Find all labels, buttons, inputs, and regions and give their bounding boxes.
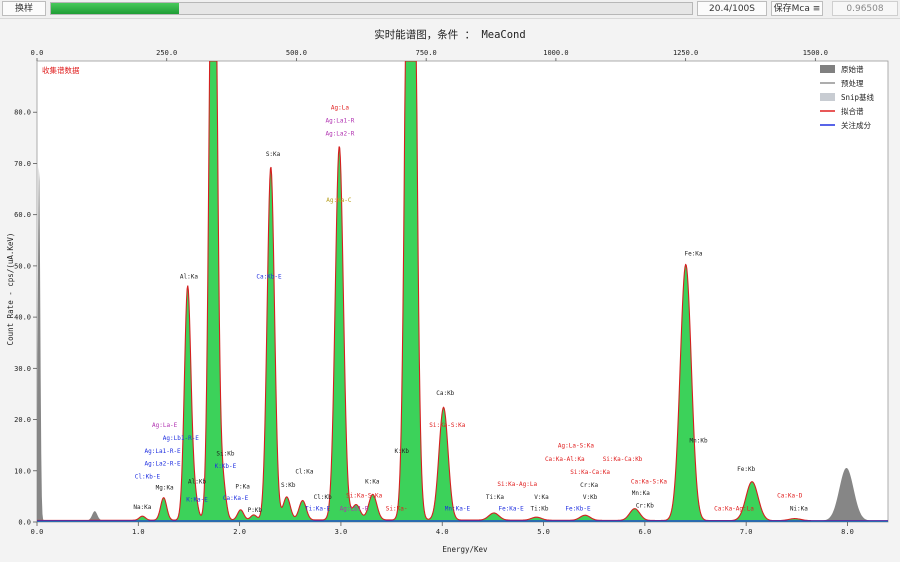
peak-annotation: Ca:Ka-Al:Ka <box>545 456 585 463</box>
peak-annotation: Ag:La-S:Ka <box>558 443 595 450</box>
peak-annotation: Si:Kb <box>216 450 234 457</box>
peak-annotation: Ca:Ka-Ag:La <box>714 506 754 513</box>
y-tick-label: 20.0 <box>14 416 31 424</box>
peak-annotation: Fe:Kb <box>737 466 755 473</box>
peak-annotation: Cl:Kb <box>314 494 332 501</box>
top-tick-label: 750.0 <box>416 49 437 57</box>
peak-annotation: Si:Ka-S:Ka <box>346 492 383 499</box>
legend-label: 预处理 <box>841 78 864 88</box>
peak-annotation: V:Ka <box>534 494 549 501</box>
y-axis-label: Count Rate - cps/(uA.KeV) <box>6 233 15 346</box>
x-tick-label: 6.0 <box>639 528 652 536</box>
y-tick-label: 80.0 <box>14 109 31 117</box>
legend-label: 拟合谱 <box>841 106 864 116</box>
peak-annotation: Si:Ka-Ag:La <box>497 481 537 488</box>
y-tick-label: 60.0 <box>14 211 31 219</box>
peak-annotation: Mn:Kb <box>690 438 708 445</box>
acquisition-progress-bar <box>50 2 693 15</box>
peak-annotation: Fe:Ka <box>684 251 702 258</box>
y-tick-label: 10.0 <box>14 467 31 475</box>
y-tick-label: 30.0 <box>14 365 31 373</box>
x-axis-label: Energy/Kev <box>442 545 488 554</box>
peak-annotation: Ag:La1-R-E <box>145 448 182 455</box>
peak-annotation: Ag:Ka-C <box>326 197 352 204</box>
peak-annotation: Ag:La2-R <box>325 130 354 137</box>
peak-annotation: Ti:Kb <box>530 506 548 513</box>
peak-annotation: Ti:Ka <box>486 494 504 501</box>
peak-annotation: Cr:Ka <box>580 482 598 489</box>
top-tick-label: 500.0 <box>286 49 307 57</box>
peak-annotation: Si:Ka-Ca:Ka <box>570 469 610 476</box>
legend-label: Snip基线 <box>841 92 875 102</box>
peak-annotation: Al:Ka <box>180 274 198 281</box>
acquisition-time-display: 20.4/100S <box>697 1 767 16</box>
peak-annotation: S:Ka <box>266 151 281 158</box>
peak-annotation: V:Kb <box>583 494 598 501</box>
change-sample-button[interactable]: 换样 <box>2 1 46 16</box>
toolbar: 换样 20.4/100S 保存Mca ≡ 0.96508 <box>0 0 900 19</box>
peak-annotation: Mg:Ka <box>156 485 174 492</box>
x-tick-label: 2.0 <box>233 528 246 536</box>
top-tick-label: 1000.0 <box>543 49 568 57</box>
peak-annotation: P:Ka <box>235 484 250 491</box>
peak-annotation: Mn:Ka <box>632 490 650 497</box>
spectrum-chart-area: 实时能谱图，条件 ： MeaCond Count Rate - cps/(uA.… <box>0 19 900 558</box>
peak-annotation: Mn:Ka-E <box>445 506 471 513</box>
x-tick-label: 7.0 <box>740 528 753 536</box>
peak-annotation: Ag:Lb1-R <box>340 506 369 513</box>
peak-annotation: Ni:Ka <box>790 506 808 513</box>
peak-annotation: Ca:Kb <box>436 390 454 397</box>
peak-annotation: Cl:Ka <box>295 468 313 475</box>
x-tick-label: 8.0 <box>841 528 854 536</box>
x-tick-label: 3.0 <box>335 528 348 536</box>
peak-annotation: Ag:La1-R <box>325 117 354 124</box>
peak-annotation: Ca:Ka-E <box>223 495 249 502</box>
x-tick-label: 5.0 <box>537 528 550 536</box>
peak-annotation: S:Kb <box>281 482 296 489</box>
x-tick-label: 4.0 <box>436 528 449 536</box>
peak-annotation: Na:Ka <box>133 504 151 511</box>
y-tick-label: 50.0 <box>14 262 31 270</box>
y-tick-label: 40.0 <box>14 314 31 322</box>
peak-annotation: Si:Ka-Ca:Kb <box>603 456 643 463</box>
top-tick-label: 1250.0 <box>673 49 698 57</box>
peak-annotation: Si:Ka-S:Ka <box>429 422 466 429</box>
peak-annotation: Ti:Ka-E <box>305 506 331 513</box>
save-mca-dropdown[interactable]: 保存Mca ≡ <box>771 1 823 16</box>
top-tick-label: 250.0 <box>156 49 177 57</box>
peak-annotation: K:Ka <box>365 479 380 486</box>
spectrum-chart: 实时能谱图，条件 ： MeaCond Count Rate - cps/(uA.… <box>6 28 889 554</box>
peak-annotation: Ag:La <box>331 105 349 112</box>
top-tick-label: 1500.0 <box>803 49 828 57</box>
peak-annotation: Fe:Kb-E <box>565 506 591 513</box>
peak-annotation: P:Kb <box>248 507 263 514</box>
peak-annotation: Cr:Kb <box>636 503 654 510</box>
chart-title: 实时能谱图，条件 ： MeaCond <box>374 28 525 41</box>
status-text: 收集谱数据 <box>42 65 80 75</box>
legend-label: 原始谱 <box>841 64 864 74</box>
peak-annotation: K:Ka-E <box>186 497 208 504</box>
y-tick-label: 0.0 <box>18 519 31 527</box>
top-tick-label: 0.0 <box>31 49 44 57</box>
peak-annotation: K:Kb <box>394 448 409 455</box>
peak-annotation: Ca:Kb-E <box>256 274 282 281</box>
x-tick-label: 0.0 <box>31 528 44 536</box>
x-tick-label: 1.0 <box>132 528 145 536</box>
peak-annotation: Al:Kb <box>188 479 206 486</box>
peak-annotation: Si:Ka- <box>386 506 408 513</box>
peak-annotation: Cl:Kb-E <box>135 473 161 480</box>
peak-annotation: Ag:La-E <box>152 422 178 429</box>
peak-annotation: Ag:La2-R-E <box>145 461 182 468</box>
legend-label: 关注成分 <box>841 120 871 130</box>
progress-fill <box>51 3 180 14</box>
peak-annotation: Fe:Ka-E <box>498 506 524 513</box>
peak-annotation: K:Kb-E <box>215 463 237 470</box>
peak-annotation: Ca:Ka-D <box>777 492 803 499</box>
legend-swatch <box>820 65 835 73</box>
legend-swatch <box>820 93 835 101</box>
ratio-value: 0.96508 <box>832 1 898 16</box>
peak-annotation: Ag:Lb1-R-E <box>163 435 200 442</box>
y-tick-label: 70.0 <box>14 160 31 168</box>
peak-annotation: Ca:Ka-S:Ka <box>631 479 668 486</box>
